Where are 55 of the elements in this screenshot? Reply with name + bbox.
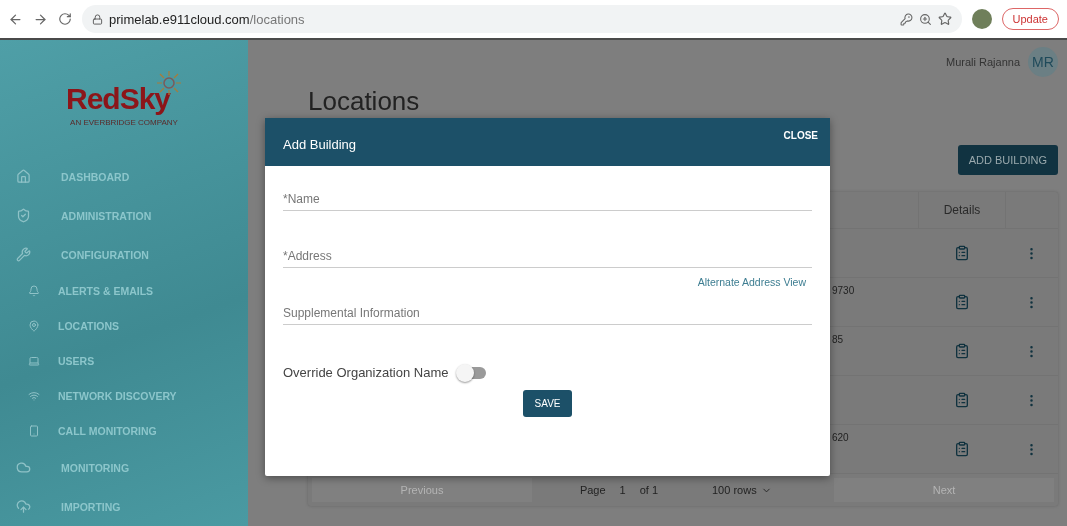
sidebar-item[interactable]: DASHBOARD [61,170,130,183]
sidebar-item[interactable]: ADMINISTRATION [61,209,152,222]
url-text: primelab.e911cloud.com/locations [109,11,305,27]
nav-icon [16,208,31,224]
sidebar-item[interactable]: NETWORK DISCOVERY [58,390,177,403]
add-building-button[interactable]: ADD BUILDING [957,145,1058,175]
nav-icon [16,499,31,515]
rows-per-page-select[interactable]: 100 rows [706,483,826,497]
nav-icon [28,355,40,368]
table-cell-text: 85 [832,333,845,347]
nav-icon [28,424,40,437]
nav-icon [16,460,31,476]
reload-icon[interactable] [58,12,72,26]
save-button[interactable]: SAVE [522,390,573,417]
page-title: Locations [308,86,421,117]
lock-icon [92,13,103,25]
clipboard-icon[interactable] [953,392,970,408]
alternate-address-link[interactable]: Alternate Address View [697,276,806,288]
clipboard-icon[interactable] [953,245,970,261]
sidebar-item[interactable]: IMPORTING [61,500,121,513]
table-cell-text: 620 [832,431,850,445]
star-icon[interactable] [937,12,952,26]
table-cell-text: 9730 [832,284,856,298]
nav-icon [16,169,31,185]
user-avatar[interactable]: MR [1028,47,1058,77]
nav-icon [16,247,31,263]
nav-icon [28,285,40,298]
back-icon[interactable] [8,11,23,27]
nav-icon [28,320,40,333]
page-total: of 1 [639,484,659,496]
sidebar-item[interactable]: MONITORING [61,461,130,474]
zoom-icon[interactable] [918,12,932,26]
dialog-title: Add Building [283,136,356,152]
clipboard-icon[interactable] [953,441,970,457]
sidebar-item[interactable]: ALERTS & EMAILS [58,285,154,298]
sidebar-item[interactable]: CONFIGURATION [61,248,149,261]
address-bar[interactable]: primelab.e911cloud.com/locations [82,5,962,33]
toggle-label: Override Organization Name [283,365,449,380]
toggle-switch[interactable] [458,366,487,379]
logo-tagline: AN EVERBRIDGE COMPANY [70,118,178,128]
key-icon[interactable] [899,12,913,26]
clipboard-icon[interactable] [953,343,970,359]
sidebar-item[interactable]: USERS [58,355,95,368]
column-header: Details [918,192,1005,228]
logo-text: RedSky [65,82,171,117]
user-name: Murali Rajanna [946,56,1020,68]
close-button[interactable]: CLOSE [783,130,818,141]
page-number-field[interactable]: 1 [619,484,626,496]
sidebar-item[interactable]: LOCATIONS [58,320,120,333]
update-button[interactable]: Update [1001,8,1059,30]
profile-avatar[interactable] [971,9,992,29]
page-label: Page [579,484,606,496]
forward-icon[interactable] [33,11,48,27]
sidebar-item[interactable]: CALL MONITORING [58,424,157,437]
clipboard-icon[interactable] [953,294,970,310]
